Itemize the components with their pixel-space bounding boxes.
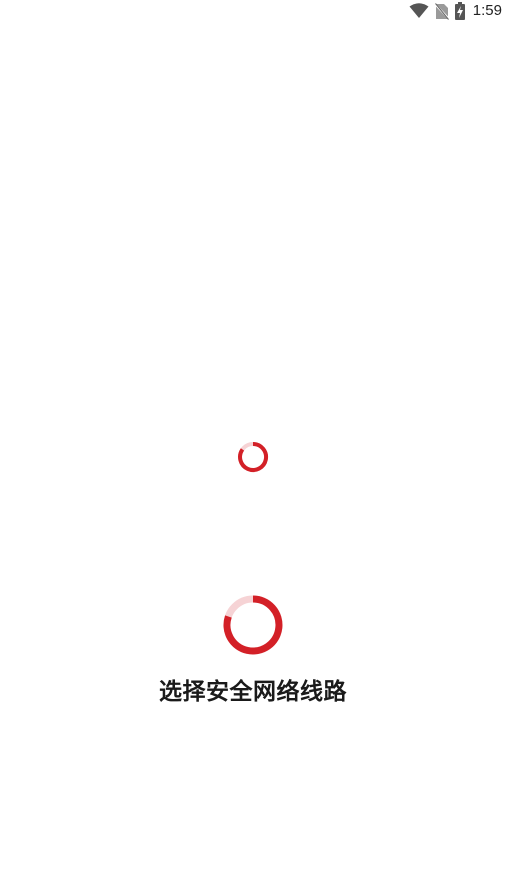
- battery-charging-icon: [454, 2, 465, 20]
- wifi-icon: [409, 3, 429, 19]
- small-loading-spinner: [236, 440, 270, 474]
- no-sim-icon: [434, 2, 449, 20]
- large-loading-spinner: [222, 594, 284, 656]
- status-icons: 1:59: [409, 0, 502, 22]
- status-time: 1:59: [472, 2, 502, 19]
- loading-message: 选择安全网络线路: [159, 679, 347, 705]
- status-bar: 1:59: [0, 0, 506, 22]
- loading-screen: 1:59 选择安全网络线路: [0, 0, 506, 872]
